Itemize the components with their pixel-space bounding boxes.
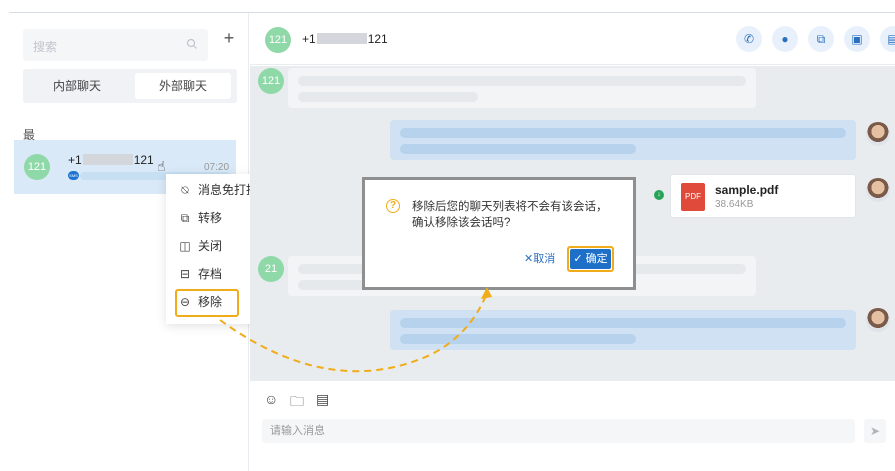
chat-tabs: 内部聊天 外部聊天	[23, 69, 237, 103]
user-avatar	[866, 122, 890, 146]
folder-icon[interactable]: 🗀	[290, 391, 304, 415]
file-attachment[interactable]: PDF sample.pdf 38.64KB	[670, 174, 856, 218]
check-icon: ✓	[573, 253, 583, 265]
remove-highlight-box	[175, 289, 239, 317]
redacted-number	[316, 33, 367, 44]
menu-item-mute[interactable]: ⍉ 消息免打扰	[178, 180, 258, 200]
search-input[interactable]: 搜索	[23, 29, 208, 61]
message-line	[298, 76, 746, 86]
search-icon	[186, 38, 197, 49]
incoming-message	[288, 68, 756, 108]
menu-label: 存档	[198, 267, 223, 281]
download-icon[interactable]: ↓	[654, 190, 664, 200]
archive-icon[interactable]: ▤	[880, 26, 895, 52]
message-line	[298, 92, 478, 102]
mute-bell-icon: ⍉	[181, 183, 189, 197]
title-prefix: +1	[302, 32, 316, 46]
archive-icon: ⊟	[179, 267, 191, 281]
file-name: sample.pdf	[715, 183, 779, 197]
close-chat-icon: ◫	[179, 239, 191, 253]
confirm-button[interactable]: ✓ 确定	[570, 249, 611, 269]
outgoing-message	[390, 310, 856, 350]
menu-item-transfer[interactable]: ⧉ 转移	[178, 208, 222, 228]
name-prefix: +1	[68, 153, 82, 167]
add-chat-button[interactable]: +	[219, 28, 239, 48]
menu-label: 关闭	[198, 239, 223, 253]
menu-label: 转移	[198, 211, 223, 225]
message-line	[400, 334, 636, 344]
outgoing-message	[390, 120, 856, 160]
pdf-file-icon: PDF	[681, 183, 705, 211]
menu-item-archive[interactable]: ⊟ 存档	[178, 264, 222, 284]
cancel-button[interactable]: ✕取消	[524, 250, 564, 268]
search-placeholder: 搜索	[33, 40, 58, 54]
transfer-icon[interactable]: ⧉	[808, 26, 834, 52]
chat-title: +1 121	[302, 32, 388, 46]
message-avatar: 21	[258, 256, 284, 282]
hand-cursor-icon: ☝	[157, 158, 166, 174]
tab-external-chat[interactable]: 外部聊天	[135, 73, 231, 99]
contact-icon[interactable]: ●	[772, 26, 798, 52]
header-avatar: 121	[265, 27, 291, 53]
close-icon: ✕	[524, 253, 534, 265]
dialog-message: 移除后您的聊天列表将不会有该会话，确认移除该会话吗?	[412, 201, 608, 229]
message-input[interactable]: 请输入消息	[262, 419, 855, 443]
file-size: 38.64KB	[715, 199, 754, 210]
user-avatar	[866, 308, 890, 332]
remove-confirm-dialog	[362, 177, 636, 290]
chat-header: 121 +1 121 ✆ ● ⧉ ▣ ▤	[250, 13, 895, 65]
message-avatar: 121	[258, 68, 284, 94]
emoji-icon[interactable]: ☺	[264, 391, 278, 407]
avatar: 121	[24, 154, 50, 180]
menu-item-close[interactable]: ◫ 关闭	[178, 236, 222, 256]
message-composer: ☺ 🗀 ▤ 请输入消息 ➤	[250, 380, 895, 471]
tab-internal-chat[interactable]: 内部聊天	[29, 73, 125, 99]
conversation-name: +1 121	[68, 153, 154, 167]
cancel-label: 取消	[533, 253, 556, 265]
message-line	[400, 144, 636, 154]
confirm-label: 确定	[585, 253, 608, 265]
user-avatar	[866, 178, 890, 202]
message-line	[400, 318, 846, 328]
redacted-number	[82, 154, 133, 165]
phone-icon[interactable]: ✆	[736, 26, 762, 52]
menu-label: 消息免打扰	[198, 183, 259, 197]
title-suffix: 121	[367, 32, 388, 46]
message-line	[400, 128, 846, 138]
name-suffix: 121	[133, 153, 154, 167]
sms-channel-icon: SMS	[68, 171, 79, 180]
template-icon[interactable]: ▤	[316, 391, 329, 408]
note-icon[interactable]: ▣	[844, 26, 870, 52]
send-icon[interactable]: ➤	[864, 419, 886, 443]
question-icon: ?	[386, 199, 400, 213]
transfer-icon: ⧉	[180, 211, 190, 225]
